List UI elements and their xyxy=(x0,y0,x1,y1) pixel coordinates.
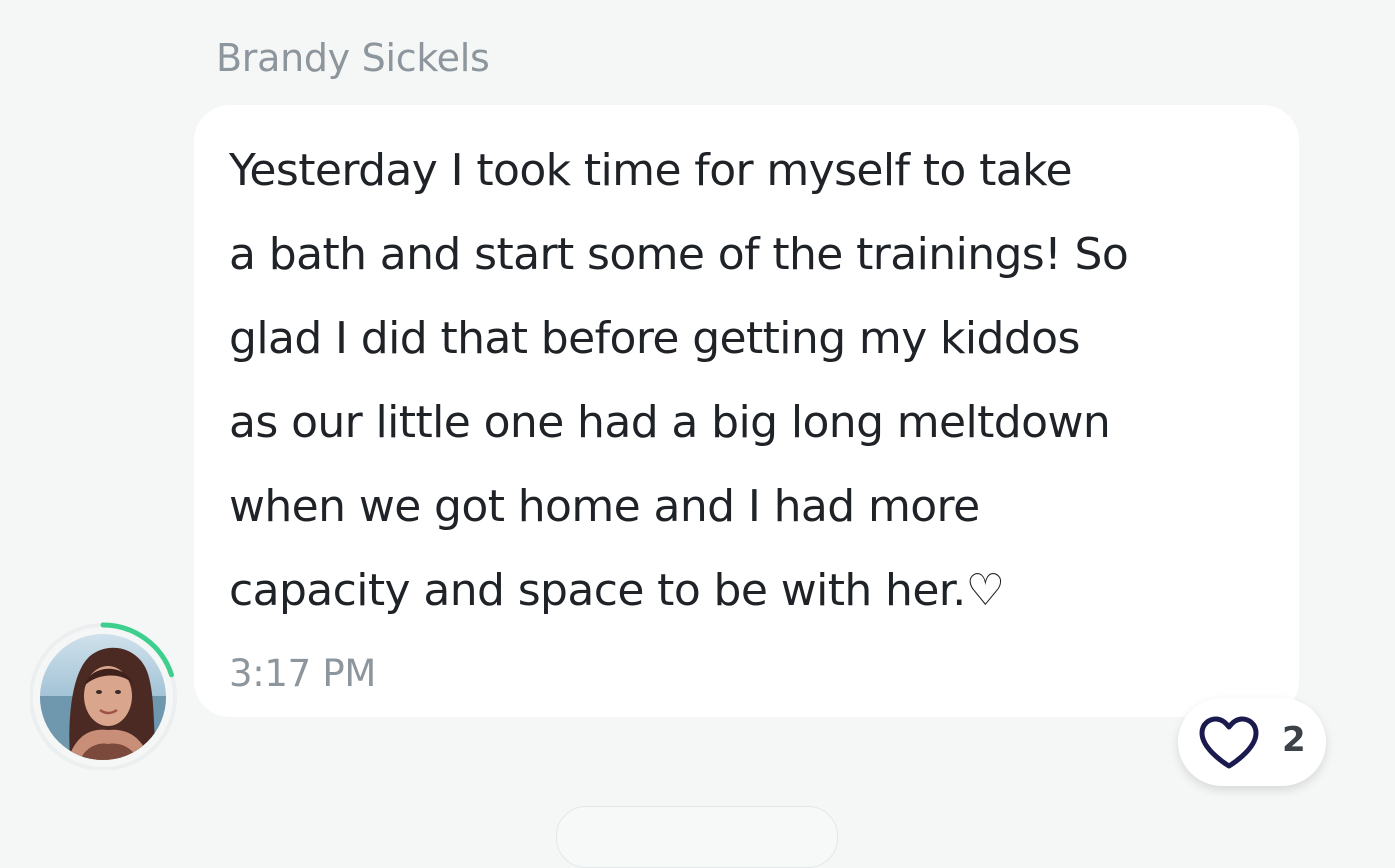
message-line: a bath and start some of the trainings! … xyxy=(229,229,1129,280)
message-line: capacity and space to be with her.♡ xyxy=(229,565,1005,616)
user-photo-avatar xyxy=(40,634,166,760)
message-line: Yesterday I took time for myself to take xyxy=(229,145,1073,196)
message-line: when we got home and I had more xyxy=(229,481,980,532)
message-line: glad I did that before getting my kiddos xyxy=(229,313,1080,364)
sender-avatar[interactable] xyxy=(30,620,180,770)
sender-name: Brandy Sickels xyxy=(216,36,490,80)
message-line: as our little one had a big long meltdow… xyxy=(229,397,1111,448)
reaction-button[interactable]: 2 xyxy=(1178,698,1326,786)
message-bubble[interactable]: Yesterday I took time for myself to take… xyxy=(194,105,1299,717)
next-message-bubble xyxy=(556,806,838,868)
message-text: Yesterday I took time for myself to take… xyxy=(229,129,1289,633)
reaction-count: 2 xyxy=(1282,720,1306,760)
heart-icon[interactable] xyxy=(1198,715,1260,771)
message-timestamp: 3:17 PM xyxy=(229,652,376,695)
